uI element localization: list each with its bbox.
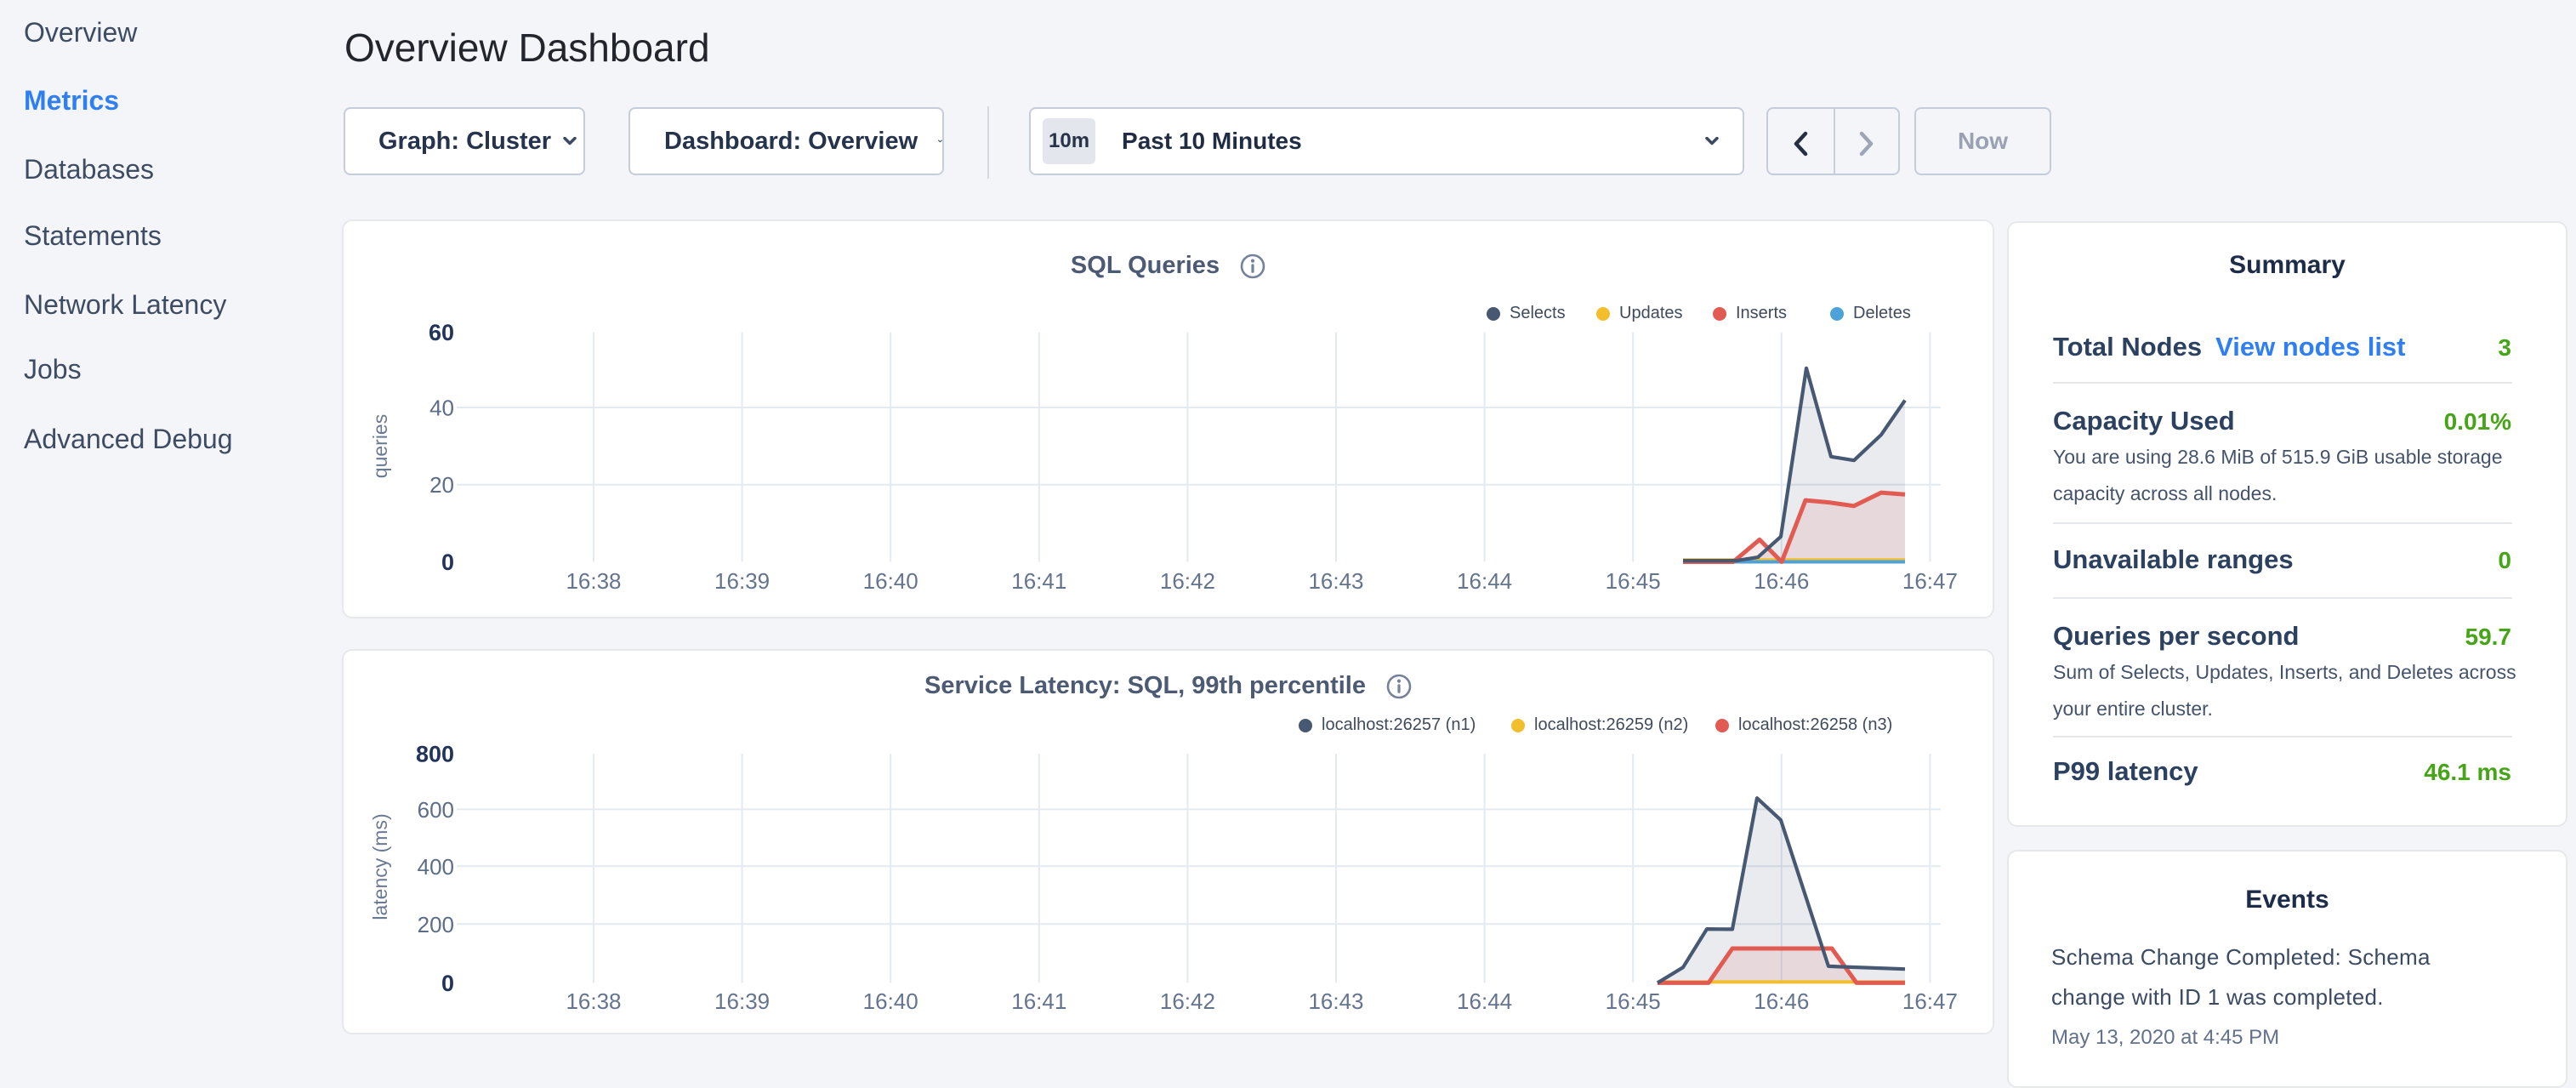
svg-text:0: 0 [441,971,454,996]
svg-text:16:43: 16:43 [1308,568,1363,594]
svg-text:16:40: 16:40 [863,568,918,594]
svg-text:800: 800 [416,742,454,767]
svg-text:16:41: 16:41 [1011,568,1066,594]
svg-text:16:44: 16:44 [1457,988,1512,1014]
svg-text:16:44: 16:44 [1457,568,1512,594]
svg-text:16:42: 16:42 [1160,988,1215,1014]
svg-text:16:39: 16:39 [714,568,770,594]
svg-text:16:38: 16:38 [566,568,621,594]
svg-text:16:38: 16:38 [566,988,621,1014]
svg-text:16:40: 16:40 [863,988,918,1014]
svg-text:16:42: 16:42 [1160,568,1215,594]
svg-text:200: 200 [418,912,454,937]
svg-text:600: 600 [418,797,454,823]
svg-text:400: 400 [418,854,454,880]
svg-text:20: 20 [429,472,454,498]
svg-text:16:45: 16:45 [1606,568,1661,594]
svg-text:latency (ms): latency (ms) [369,813,391,920]
svg-text:16:46: 16:46 [1754,568,1809,594]
svg-text:40: 40 [429,396,454,421]
svg-text:16:39: 16:39 [714,988,770,1014]
svg-text:0: 0 [441,550,454,575]
svg-text:16:47: 16:47 [1902,988,1958,1014]
svg-text:16:43: 16:43 [1308,988,1363,1014]
svg-text:16:47: 16:47 [1902,568,1958,594]
svg-text:16:45: 16:45 [1606,988,1661,1014]
svg-text:queries: queries [369,414,391,478]
svg-text:16:46: 16:46 [1754,988,1809,1014]
svg-text:16:41: 16:41 [1011,988,1066,1014]
svg-text:60: 60 [429,320,454,345]
